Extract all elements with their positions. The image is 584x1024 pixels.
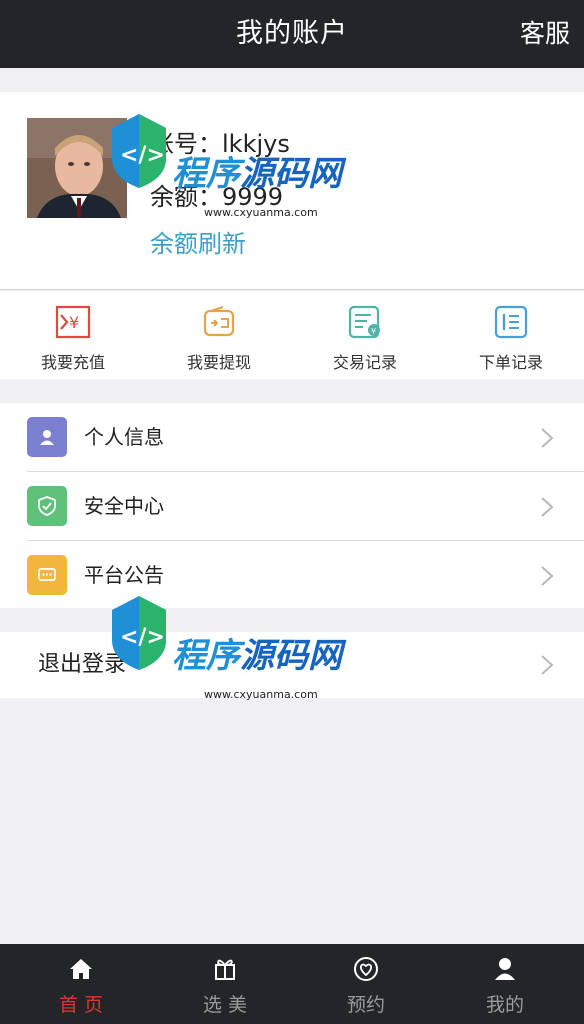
order-record-label: 下单记录 (478, 353, 543, 372)
order-record-button[interactable]: 下单记录 (438, 291, 584, 379)
tab-home[interactable]: 首 页 (8, 944, 154, 1024)
recharge-label: 我要充值 (40, 353, 105, 372)
home-icon (70, 959, 92, 979)
menu-label-personal-info: 个人信息 (84, 425, 164, 449)
chevron-right-icon (541, 497, 554, 517)
customer-service-button[interactable]: 客服 (520, 0, 570, 68)
tab-label-pick: 选 美 (202, 994, 248, 1016)
menu-item-personal-info[interactable]: 个人信息 (0, 403, 584, 472)
message-icon (27, 555, 67, 595)
order-record-icon (494, 305, 528, 339)
svg-text:¥: ¥ (69, 313, 79, 332)
chevron-right-icon (541, 655, 554, 675)
chevron-right-icon (541, 428, 554, 448)
shield-icon (27, 486, 67, 526)
transaction-record-button[interactable]: ¥ 交易记录 (292, 291, 438, 379)
svg-text:¥: ¥ (371, 327, 376, 336)
person-icon (495, 958, 515, 980)
page-title: 我的账户 (236, 18, 348, 49)
tab-label-home: 首 页 (58, 994, 104, 1016)
transaction-record-label: 交易记录 (332, 353, 397, 372)
account-line: 账号：lkkjys (150, 124, 290, 159)
quick-actions: ¥ 我要充值 我要提现 ¥ 交易记录 下单记录 (0, 291, 584, 379)
tab-appointment[interactable]: 预约 (293, 944, 439, 1024)
refresh-balance-link[interactable]: 余额刷新 (150, 224, 246, 259)
gift-icon (215, 959, 235, 980)
menu-item-announcements[interactable]: 平台公告 (0, 541, 584, 610)
transaction-record-icon: ¥ (348, 305, 380, 339)
profile-card: 账号：lkkjys 余额：9999 余额刷新 (0, 92, 584, 290)
withdraw-button[interactable]: 我要提现 (146, 291, 292, 379)
appointment-icon (354, 957, 378, 981)
balance-label: 余额： (150, 183, 222, 211)
wallet-icon (203, 305, 235, 337)
tab-label-mine: 我的 (485, 994, 524, 1016)
menu-item-security-center[interactable]: 安全中心 (0, 472, 584, 541)
logout-label: 退出登录 (38, 652, 127, 677)
logout-button[interactable]: 退出登录 (0, 632, 584, 698)
tab-pick[interactable]: 选 美 (152, 944, 298, 1024)
account-value: lkkjys (222, 130, 290, 158)
settings-menu: 个人信息 安全中心 平台公告 (0, 403, 584, 608)
menu-label-security-center: 安全中心 (84, 494, 164, 518)
menu-label-announcements: 平台公告 (84, 563, 164, 587)
bottom-tab-bar: 首 页 选 美 预约 我的 (0, 944, 584, 1024)
balance-value: 9999 (222, 183, 284, 211)
chevron-right-icon (541, 566, 554, 586)
avatar[interactable] (27, 118, 127, 218)
recharge-icon: ¥ (55, 305, 91, 339)
tab-mine[interactable]: 我的 (432, 944, 578, 1024)
balance-line: 余额：9999 (150, 177, 283, 212)
withdraw-label: 我要提现 (186, 353, 251, 372)
account-label: 账号： (150, 130, 222, 158)
recharge-button[interactable]: ¥ 我要充值 (0, 291, 146, 379)
tab-label-appointment: 预约 (346, 994, 385, 1016)
user-icon (27, 417, 67, 457)
top-bar: 我的账户 客服 (0, 0, 584, 68)
